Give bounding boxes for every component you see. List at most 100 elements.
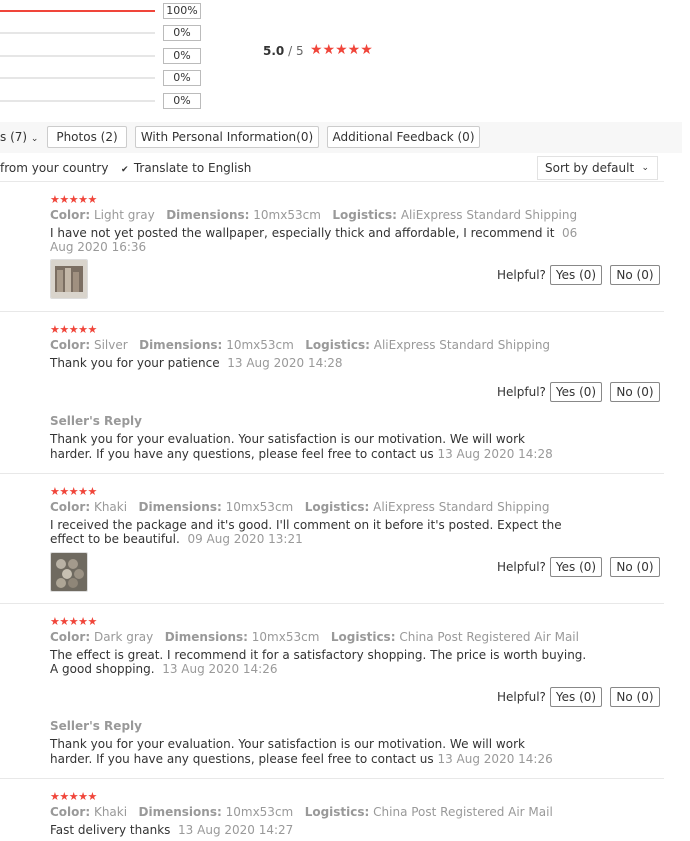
rating-bar-row: 0% — [0, 48, 205, 64]
color-key: Color: — [50, 630, 91, 644]
logistics-key: Logistics: — [304, 500, 370, 514]
divider — [0, 778, 664, 779]
review-text: I received the package and it's good. I'… — [50, 518, 595, 546]
rating-bar-track — [0, 55, 155, 57]
rating-bar-row: 0% — [0, 25, 205, 41]
logistics-value: China Post Registered Air Mail — [373, 805, 553, 819]
color-value: Dark gray — [93, 630, 154, 644]
rating-bar-track — [0, 32, 155, 34]
filter-partial-dropdown[interactable]: s (7) ⌄ — [0, 127, 38, 149]
review-date: 13 Aug 2020 14:27 — [178, 823, 294, 837]
scrollbar[interactable] — [682, 0, 690, 841]
filter-photos-button[interactable]: Photos (2) — [47, 126, 127, 148]
review-text: The effect is great. I recommend it for … — [50, 648, 595, 676]
sort-select[interactable]: Sort by default ⌄ — [537, 156, 658, 180]
seller-reply-date: 13 Aug 2020 14:28 — [437, 447, 553, 461]
filter-additional-feedback-button[interactable]: Additional Feedback (0) — [327, 126, 480, 148]
helpful-no-button[interactable]: No (0) — [610, 265, 660, 285]
sort-label: Sort by default — [545, 161, 635, 175]
dimensions-key: Dimensions: — [166, 208, 250, 222]
review-body: The effect is great. I recommend it for … — [50, 648, 587, 676]
rating-bar-percent: 0% — [163, 25, 201, 41]
review-body: I received the package and it's good. I'… — [50, 518, 562, 546]
dimensions-value: 10mx53cm — [253, 208, 321, 222]
helpful-yes-button[interactable]: Yes (0) — [550, 265, 602, 285]
seller-reply-text: Thank you for your evaluation. Your sati… — [50, 737, 560, 767]
review-body: Fast delivery thanks — [50, 823, 171, 837]
color-key: Color: — [50, 805, 91, 819]
seller-reply-title: Seller's Reply — [50, 719, 142, 733]
helpful-label: Helpful? — [497, 268, 546, 282]
translate-option[interactable]: ✔ Translate to English — [121, 157, 251, 179]
helpful-label: Helpful? — [497, 385, 546, 399]
divider — [0, 311, 664, 312]
logistics-value: China Post Registered Air Mail — [399, 630, 579, 644]
helpful-no-button[interactable]: No (0) — [610, 382, 660, 402]
helpful-no-button[interactable]: No (0) — [610, 687, 660, 707]
rating-bar-fill — [0, 10, 155, 12]
logistics-value: AliExpress Standard Shipping — [400, 208, 578, 222]
seller-reply-title: Seller's Reply — [50, 414, 142, 428]
photo-image — [51, 260, 87, 298]
helpful-no-button[interactable]: No (0) — [610, 557, 660, 577]
dimensions-key: Dimensions: — [139, 338, 223, 352]
color-key: Color: — [50, 338, 91, 352]
helpful-label: Helpful? — [497, 560, 546, 574]
review-stars-icon: ★★★★★ — [50, 615, 97, 628]
color-value: Khaki — [93, 500, 128, 514]
color-value: Silver — [93, 338, 128, 352]
rating-bar-row: 100% — [0, 3, 205, 19]
chevron-down-icon: ⌄ — [641, 163, 649, 173]
helpful-label: Helpful? — [497, 690, 546, 704]
divider — [0, 473, 664, 474]
rating-bar-percent: 0% — [163, 48, 201, 64]
logistics-key: Logistics: — [332, 208, 397, 222]
review-stars-icon: ★★★★★ — [50, 323, 97, 336]
filter-personal-info-button[interactable]: With Personal Information(0) — [135, 126, 319, 148]
review-photo-thumbnail[interactable] — [50, 259, 88, 299]
dimensions-value: 10mx53cm — [225, 805, 294, 819]
review-body: I have not yet posted the wallpaper, esp… — [50, 226, 555, 240]
checkbox-icon[interactable]: ✔ — [121, 166, 130, 175]
seller-reply-text: Thank you for your evaluation. Your sati… — [50, 432, 560, 462]
rating-bar-row: 0% — [0, 93, 205, 109]
color-value: Khaki — [93, 805, 128, 819]
review-attributes: Color: Light gray Dimensions: 10mx53cm L… — [50, 208, 577, 222]
logistics-key: Logistics: — [304, 805, 370, 819]
country-filter[interactable]: from your country — [0, 157, 108, 179]
review-date: 09 Aug 2020 13:21 — [187, 532, 303, 546]
rating-bar-row: 0% — [0, 70, 205, 86]
rating-bar-percent: 100% — [163, 3, 201, 19]
logistics-key: Logistics: — [305, 338, 370, 352]
rating-bar-percent: 0% — [163, 93, 201, 109]
helpful-yes-button[interactable]: Yes (0) — [550, 382, 602, 402]
review-stars-icon: ★★★★★ — [50, 193, 97, 206]
review-text: Fast delivery thanks 13 Aug 2020 14:27 — [50, 823, 610, 837]
review-date: 13 Aug 2020 14:26 — [162, 662, 278, 676]
review-date: 13 Aug 2020 14:28 — [227, 356, 343, 370]
review-attributes: Color: Khaki Dimensions: 10mx53cm Logist… — [50, 805, 553, 819]
review-attributes: Color: Khaki Dimensions: 10mx53cm Logist… — [50, 500, 549, 514]
filter-partial-label: s (7) — [0, 130, 28, 144]
dimensions-value: 10mx53cm — [226, 338, 294, 352]
review-stars-icon: ★★★★★ — [50, 485, 97, 498]
review-text: Thank you for your patience 13 Aug 2020 … — [50, 356, 610, 370]
chevron-down-icon: ⌄ — [30, 134, 39, 144]
logistics-value: AliExpress Standard Shipping — [373, 500, 550, 514]
rating-bar-track — [0, 100, 155, 102]
color-value: Light gray — [93, 208, 155, 222]
review-stars-icon: ★★★★★ — [50, 790, 97, 803]
helpful-yes-button[interactable]: Yes (0) — [550, 557, 602, 577]
divider — [0, 603, 664, 604]
rating-bar-track — [0, 77, 155, 79]
dimensions-value: 10mx53cm — [251, 630, 320, 644]
seller-reply-date: 13 Aug 2020 14:26 — [437, 752, 553, 766]
review-photo-thumbnail[interactable] — [50, 552, 88, 592]
score-value: 5.0 — [263, 44, 285, 58]
divider — [0, 181, 664, 182]
translate-label: Translate to English — [133, 161, 252, 175]
dimensions-key: Dimensions: — [138, 500, 222, 514]
helpful-yes-button[interactable]: Yes (0) — [550, 687, 602, 707]
average-score: 5.0 / 5 — [263, 44, 304, 58]
dimensions-key: Dimensions: — [164, 630, 248, 644]
